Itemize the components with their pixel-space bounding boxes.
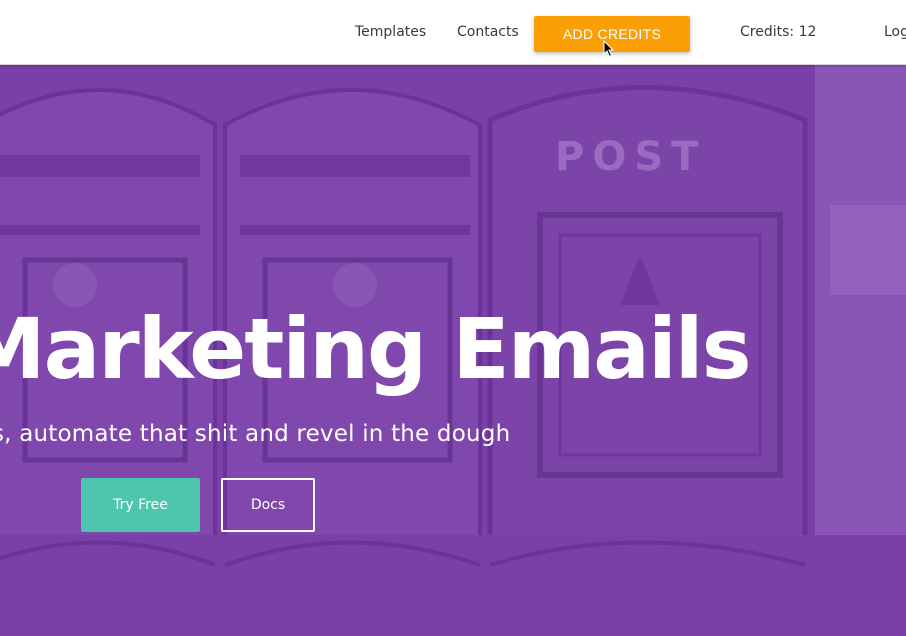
top-navbar: Templates Contacts ADD CREDITS Credits: … bbox=[0, 0, 906, 65]
credits-count: Credits: 12 bbox=[740, 24, 817, 40]
hero-title: Marketing Emails bbox=[0, 300, 752, 398]
arrow-cursor-icon bbox=[603, 40, 615, 58]
post-sign-text: POST bbox=[555, 134, 706, 180]
hero-subtitle: s, automate that shit and revel in the d… bbox=[0, 421, 511, 447]
docs-button[interactable]: Docs bbox=[221, 478, 315, 532]
nav-log-link[interactable]: Log bbox=[884, 24, 906, 40]
nav-templates-link[interactable]: Templates bbox=[355, 24, 426, 40]
try-free-button[interactable]: Try Free bbox=[81, 478, 200, 532]
nav-contacts-link[interactable]: Contacts bbox=[457, 24, 519, 40]
page: POST Marketing Emails s, automate that s… bbox=[0, 0, 906, 636]
